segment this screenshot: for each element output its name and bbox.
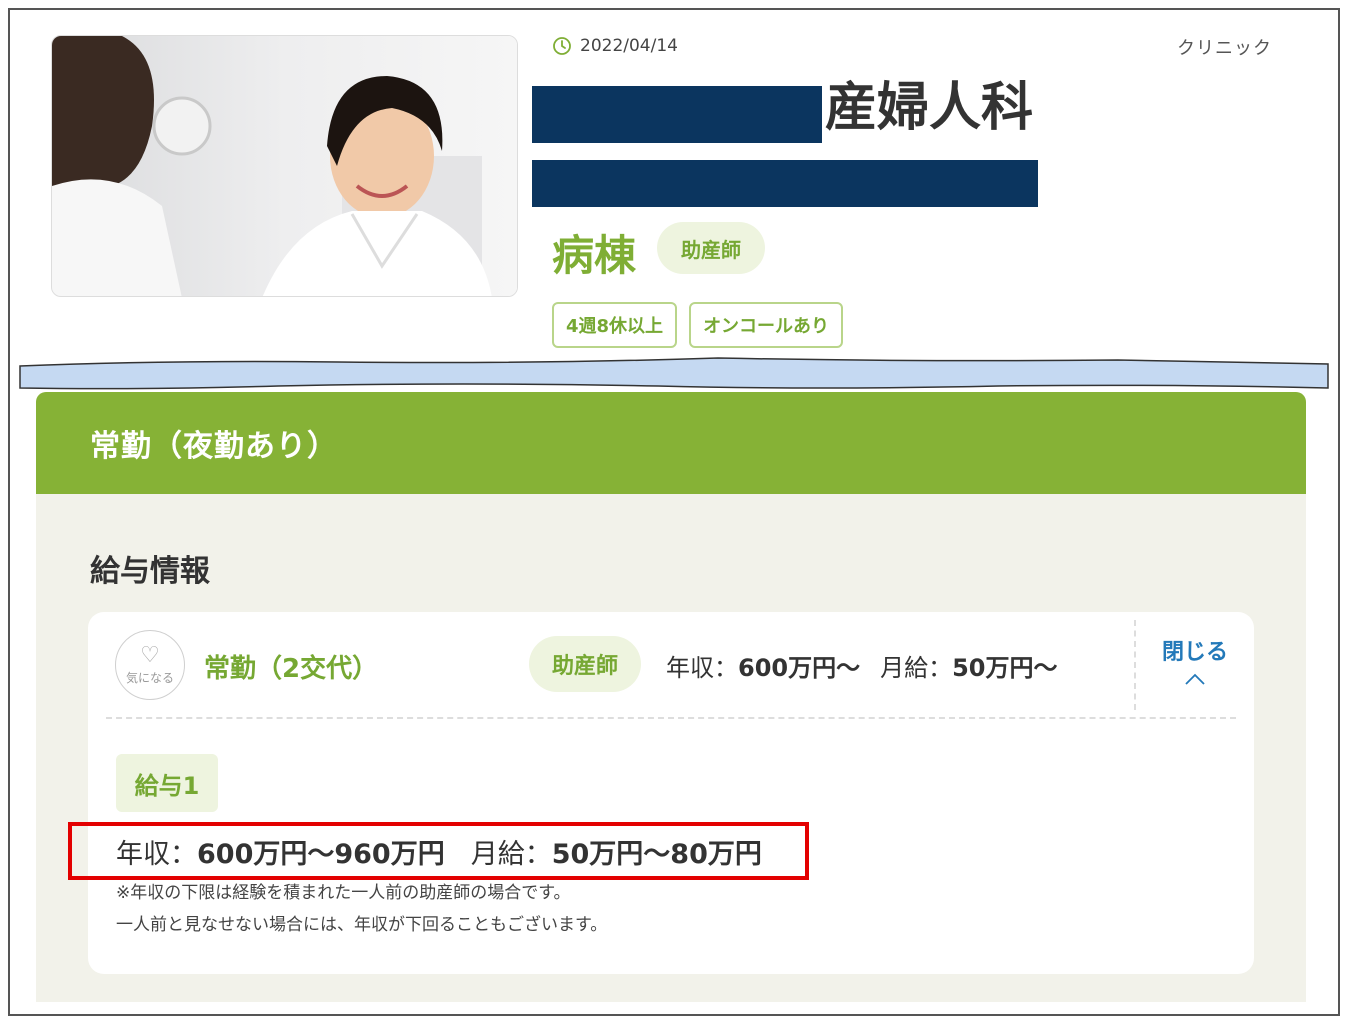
- divider: [1134, 620, 1136, 710]
- facility-category: クリニック: [1177, 38, 1272, 59]
- profession-badge: 助産師: [657, 222, 765, 274]
- torn-separator: [19, 357, 1329, 390]
- salary-card: ♡ 気になる 常勤（2交代） 助産師 年収：600万円〜 月給：50万円〜 閉じる…: [88, 612, 1254, 974]
- job-panel: 常勤（夜勤あり） 給与情報 ♡ 気になる 常勤（2交代） 助産師 年収：600万…: [36, 392, 1306, 1002]
- salary-note-line1: ※年収の下限は経験を積まれた一人前の助産師の場合です。: [116, 883, 571, 903]
- tag-oncall: オンコールあり: [689, 302, 844, 348]
- facility-name-suffix: 産婦人科: [825, 78, 1034, 138]
- close-label: 閉じる: [1161, 640, 1228, 665]
- salary-item-label: 給与1: [116, 754, 218, 812]
- heart-icon: ♡: [140, 642, 160, 668]
- tag-holidays: 4週8休以上: [552, 302, 678, 348]
- salary-summary: 年収：600万円〜 月給：50万円〜: [666, 648, 1058, 683]
- chevron-up-icon: [1185, 673, 1205, 685]
- post-date: 2022/04/14: [552, 36, 678, 56]
- clock-icon: [553, 37, 571, 55]
- summary-monthly-label: 月給：: [880, 654, 953, 682]
- tag-list: 4週8休以上 オンコールあり: [552, 302, 844, 348]
- salary-section-title: 給与情報: [90, 554, 210, 589]
- ward-label: 病棟: [552, 231, 637, 280]
- redacted-block: [532, 160, 1038, 207]
- divider: [106, 717, 1236, 719]
- summary-monthly-value: 50万円〜: [952, 654, 1058, 682]
- summary-annual-value: 600万円〜: [738, 654, 861, 682]
- favorite-button[interactable]: ♡ 気になる: [115, 630, 185, 700]
- summary-annual-label: 年収：: [666, 654, 738, 682]
- highlight-annotation: [68, 822, 809, 880]
- redacted-block: [532, 86, 822, 143]
- date-text: 2022/04/14: [580, 36, 678, 56]
- close-button[interactable]: 閉じる: [1150, 634, 1240, 686]
- favorite-label: 気になる: [125, 670, 174, 685]
- job-title: 常勤（2交代）: [204, 654, 379, 684]
- job-profession-badge: 助産師: [529, 636, 641, 692]
- facility-photo: [51, 35, 518, 297]
- salary-note-line2: 一人前と見なせない場合には、年収が下回ることもございます。: [116, 915, 608, 935]
- employment-type-header: 常勤（夜勤あり）: [36, 392, 1306, 494]
